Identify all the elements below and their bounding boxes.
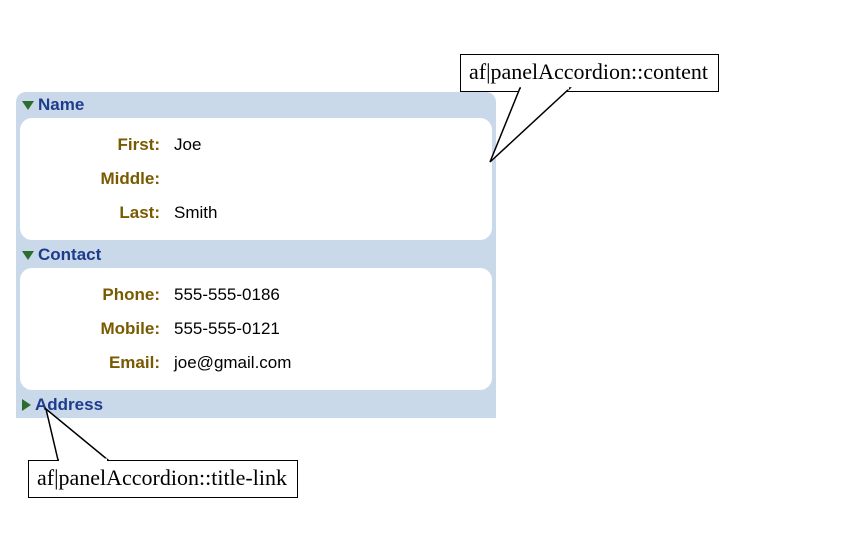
label-first: First:	[20, 135, 166, 155]
label-phone: Phone:	[20, 285, 166, 305]
triangle-down-icon	[22, 251, 34, 260]
section-title-contact: Contact	[38, 245, 101, 265]
value-first: Joe	[166, 135, 201, 155]
row-phone: Phone: 555-555-0186	[20, 278, 478, 312]
label-last: Last:	[20, 203, 166, 223]
label-mobile: Mobile:	[20, 319, 166, 339]
value-phone: 555-555-0186	[166, 285, 280, 305]
section-header-name[interactable]: Name	[16, 92, 496, 118]
triangle-down-icon	[22, 101, 34, 110]
row-middle: Middle:	[20, 162, 478, 196]
section-header-contact[interactable]: Contact	[16, 242, 496, 268]
row-first: First: Joe	[20, 128, 478, 162]
value-email: joe@gmail.com	[166, 353, 291, 373]
row-email: Email: joe@gmail.com	[20, 346, 478, 380]
callout-title-link-tail	[28, 400, 228, 500]
label-middle: Middle:	[20, 169, 166, 189]
callout-content: af|panelAccordion::content	[460, 54, 719, 92]
callout-title-link: af|panelAccordion::title-link	[28, 460, 298, 498]
label-email: Email:	[20, 353, 166, 373]
section-content-contact: Phone: 555-555-0186 Mobile: 555-555-0121…	[20, 268, 492, 390]
panel-accordion: Name First: Joe Middle: Last: Smith Cont…	[16, 92, 496, 418]
value-last: Smith	[166, 203, 217, 223]
row-last: Last: Smith	[20, 196, 478, 230]
row-mobile: Mobile: 555-555-0121	[20, 312, 478, 346]
callout-content-tail	[460, 54, 720, 214]
section-title-name: Name	[38, 95, 84, 115]
section-content-name: First: Joe Middle: Last: Smith	[20, 118, 492, 240]
value-mobile: 555-555-0121	[166, 319, 280, 339]
